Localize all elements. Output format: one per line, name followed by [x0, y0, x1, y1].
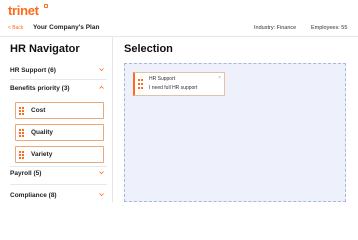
section-label: Compliance	[10, 192, 47, 199]
page-title: Your Company's Plan	[33, 24, 100, 31]
close-icon[interactable]: ×	[218, 75, 221, 81]
divider	[10, 166, 107, 167]
selection-panel: Selection HR Support I need full HR supp…	[114, 37, 358, 202]
section-label: HR Support	[10, 67, 47, 74]
benefit-item-label: Quality	[31, 129, 54, 136]
industry-label: Industry: Finance	[254, 25, 297, 31]
section-label: Payroll	[10, 170, 32, 177]
logo-mark-icon	[44, 4, 48, 8]
section-label: Benefits priority	[10, 85, 60, 92]
section-count: (5)	[33, 170, 42, 177]
drag-handle-icon[interactable]	[19, 151, 24, 159]
hr-navigator-panel: HR Navigator HR Support (6) Benefits pri…	[0, 37, 113, 202]
selected-item-text: I need full HR support	[149, 85, 198, 91]
chevron-down-icon[interactable]	[99, 67, 104, 72]
chevron-down-icon[interactable]	[99, 170, 104, 175]
trinet-logo[interactable]: trinet	[8, 3, 39, 18]
section-count: (3)	[61, 85, 70, 92]
back-link[interactable]: < Back	[8, 25, 23, 31]
nav-section-payroll[interactable]: Payroll (5)	[10, 168, 107, 180]
section-count: (6)	[47, 67, 56, 74]
navigator-title: HR Navigator	[10, 43, 80, 55]
employees-label: Employees: 55	[311, 25, 348, 31]
benefit-item-quality[interactable]: Quality	[15, 124, 104, 141]
drag-handle-icon[interactable]	[138, 79, 143, 89]
top-bar: trinet	[0, 0, 358, 20]
selection-dropzone[interactable]: HR Support I need full HR support ×	[124, 63, 346, 202]
selection-title: Selection	[124, 43, 173, 55]
section-count: (8)	[48, 192, 57, 199]
nav-section-hr-support[interactable]: HR Support (6)	[10, 65, 107, 77]
nav-section-compliance[interactable]: Compliance (8)	[10, 190, 107, 202]
divider	[10, 184, 107, 185]
benefit-item-variety[interactable]: Variety	[15, 146, 104, 163]
chevron-down-icon[interactable]	[99, 192, 104, 197]
benefit-item-label: Cost	[31, 107, 46, 114]
plan-header: < Back Your Company's Plan Industry: Fin…	[0, 20, 358, 37]
chevron-up-icon[interactable]	[99, 85, 104, 90]
drag-handle-icon[interactable]	[19, 129, 24, 137]
divider	[10, 79, 107, 80]
benefit-item-label: Variety	[31, 151, 53, 158]
selected-item-card[interactable]: HR Support I need full HR support ×	[133, 72, 225, 96]
drag-handle-icon[interactable]	[19, 107, 24, 115]
nav-section-benefits-priority[interactable]: Benefits priority (3)	[10, 83, 107, 95]
selected-item-category: HR Support	[149, 76, 176, 82]
benefit-item-cost[interactable]: Cost	[15, 102, 104, 119]
